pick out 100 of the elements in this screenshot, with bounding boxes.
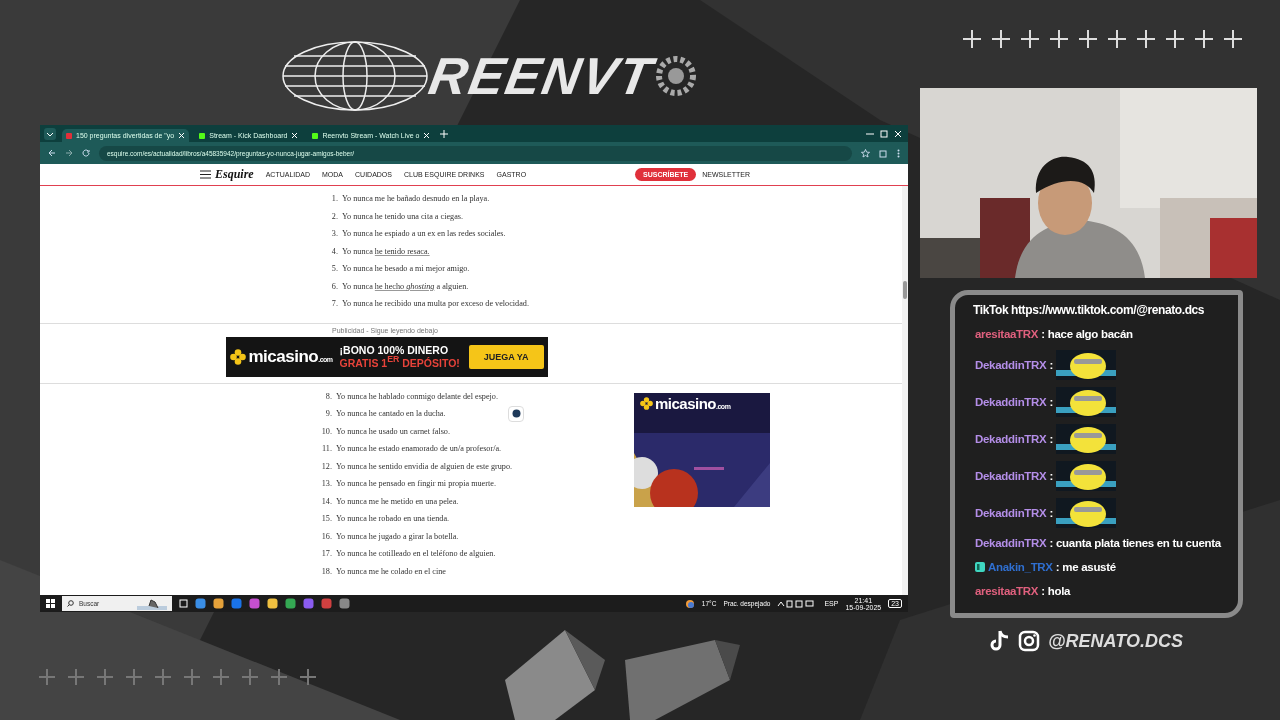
- list-item-text: Yo nunca he sentido envidia de alguien de este grupo.: [336, 461, 513, 471]
- separator: :: [1055, 561, 1060, 573]
- windows-icon[interactable]: [46, 599, 55, 608]
- list-item-text: Yo nunca he hablado conmigo delante del espejo.: [336, 391, 498, 401]
- extension-icon[interactable]: [879, 148, 888, 158]
- reload-icon[interactable]: [82, 149, 90, 157]
- chat-bubble-icon: [511, 409, 521, 418]
- tiktok-icon: [990, 630, 1010, 652]
- clover-icon: [640, 396, 653, 410]
- list-number: 18.: [320, 566, 332, 576]
- article-link[interactable]: he hecho ghosting: [374, 281, 435, 291]
- list-number: 1.: [330, 194, 338, 203]
- chat-username: Anakin_TRX: [988, 561, 1053, 573]
- separator: :: [1049, 358, 1053, 371]
- emote-icon: [1056, 460, 1116, 491]
- chat-bubble-button[interactable]: [508, 405, 524, 422]
- chat-username: DekaddinTRX: [975, 469, 1047, 482]
- list-number: 16.: [320, 531, 332, 541]
- close-icon[interactable]: [894, 129, 902, 138]
- separator: :: [1049, 537, 1053, 549]
- chat-message: hace algo bacán: [1047, 328, 1133, 340]
- list-item-text: Yo nunca he cantado en la ducha.: [336, 409, 446, 418]
- list-number: 17.: [320, 549, 332, 558]
- chat-username: DekaddinTRX: [975, 432, 1047, 445]
- logo-text: REENVT: [425, 50, 658, 102]
- promo-text: GRATIS 1$^{ER}$ DEPÓSITO!: [339, 355, 460, 369]
- social-handle: @RENATO.DCS: [1048, 630, 1183, 652]
- back-icon[interactable]: [48, 149, 56, 157]
- list-item-text: Yo nunca he besado a mi mejor amigo.: [342, 264, 470, 273]
- weather-icon: [684, 598, 695, 609]
- article-link[interactable]: he tenido resaca.: [374, 246, 430, 256]
- app-icon[interactable]: [213, 598, 224, 609]
- star-icon[interactable]: [861, 148, 870, 158]
- list-number: 3.: [330, 229, 338, 238]
- separator: :: [1041, 585, 1045, 597]
- list-number: 7.: [330, 299, 338, 308]
- forward-icon[interactable]: [65, 149, 73, 157]
- list-number: 5.: [330, 264, 338, 273]
- chat-username: DekaddinTRX: [975, 506, 1047, 519]
- menu-icon[interactable]: [200, 170, 211, 179]
- scrollbar-thumb[interactable]: [903, 281, 907, 299]
- list-item-text: Yo nunca me he colado en el cine: [336, 566, 446, 576]
- close-icon[interactable]: [178, 132, 186, 139]
- separator: :: [1049, 469, 1053, 482]
- list-number: 12.: [320, 461, 332, 471]
- separator: :: [1049, 432, 1053, 445]
- list-item-text: Yo nunca me he bañado desnudo en la playa.: [342, 194, 490, 203]
- new-tab-icon[interactable]: [440, 129, 449, 138]
- list-item-text: Yo nunca he estado enamorado de un/a profesor/a.: [336, 444, 502, 453]
- chat-username: DekaddinTRX: [975, 358, 1047, 371]
- chat-message: me asusté: [1062, 561, 1116, 573]
- chat-username: DekaddinTRX: [975, 395, 1047, 408]
- list-item-text: Yo nunca he tenido una cita a ciegas.: [342, 211, 464, 221]
- chat-message: hola: [1047, 585, 1071, 597]
- list-number: 6.: [330, 281, 338, 291]
- list-number: 9.: [324, 409, 332, 418]
- task-view-icon[interactable]: [179, 599, 188, 608]
- list-item-text: Yo nunca he pensado en fingir mi propia muerte.: [336, 479, 496, 488]
- list-number: 13.: [320, 479, 332, 488]
- app-icon[interactable]: [249, 598, 260, 609]
- restore-icon[interactable]: [880, 129, 888, 138]
- close-icon[interactable]: [423, 132, 431, 139]
- emote-icon: [1056, 386, 1116, 417]
- chat-username: DekaddinTRX: [975, 537, 1047, 549]
- list-item-text: Yo nunca he tenido resaca.: [342, 246, 430, 256]
- emote-icon: [1056, 349, 1116, 380]
- list-item-text: Yo nunca me he metido en una pelea.: [336, 496, 459, 506]
- separator: :: [1041, 328, 1045, 340]
- emote-icon: [1056, 423, 1116, 454]
- play-button[interactable]: JUEGA YA: [468, 344, 544, 369]
- instagram-icon: [1018, 630, 1040, 652]
- close-icon[interactable]: [291, 132, 299, 139]
- clover-icon: [229, 348, 246, 365]
- list-item-text: Yo nunca he cotilleado en el teléfono de alguien.: [336, 549, 496, 558]
- list-item-text: Yo nunca he espiado a un ex en las redes sociales.: [342, 229, 506, 238]
- list-item-text: Yo nunca he recibido una multa por exceso de velocidad.: [342, 299, 529, 308]
- bird-icon: [137, 597, 167, 610]
- app-icon[interactable]: [267, 598, 278, 609]
- promo-text: ¡BONO 100% DINERO: [339, 344, 450, 356]
- chat-username: aresitaaTRX: [975, 585, 1039, 597]
- app-icon[interactable]: [285, 598, 296, 609]
- search-icon: [67, 600, 74, 607]
- emote-icon: [1056, 497, 1116, 528]
- separator: :: [1049, 395, 1053, 408]
- separator: :: [1049, 506, 1053, 519]
- list-number: 4.: [330, 246, 338, 256]
- chat-message: cuanta plata tienes en tu cuenta: [1056, 537, 1221, 549]
- app-icon[interactable]: [339, 598, 350, 609]
- list-number: 11.: [321, 444, 332, 453]
- list-number: 2.: [330, 211, 338, 221]
- chat-username: aresitaaTRX: [975, 328, 1039, 340]
- tab-list-icon[interactable]: [44, 127, 56, 140]
- list-item-text: Yo nunca he hecho ghosting a alguien.: [342, 281, 469, 291]
- list-item-text: Yo nunca he robado en una tienda.: [336, 514, 450, 523]
- list-number: 15.: [320, 514, 332, 523]
- list-item-text: Yo nunca he jugado a girar la botella.: [336, 531, 459, 541]
- app-icon[interactable]: [195, 598, 206, 609]
- list-item-text: Yo nunca he usado un carnet falso.: [336, 426, 450, 436]
- site-logo[interactable]: Esquire: [215, 167, 254, 182]
- chat-header: TikTok https://www.tiktok.com/@renato.dcs: [973, 303, 1206, 317]
